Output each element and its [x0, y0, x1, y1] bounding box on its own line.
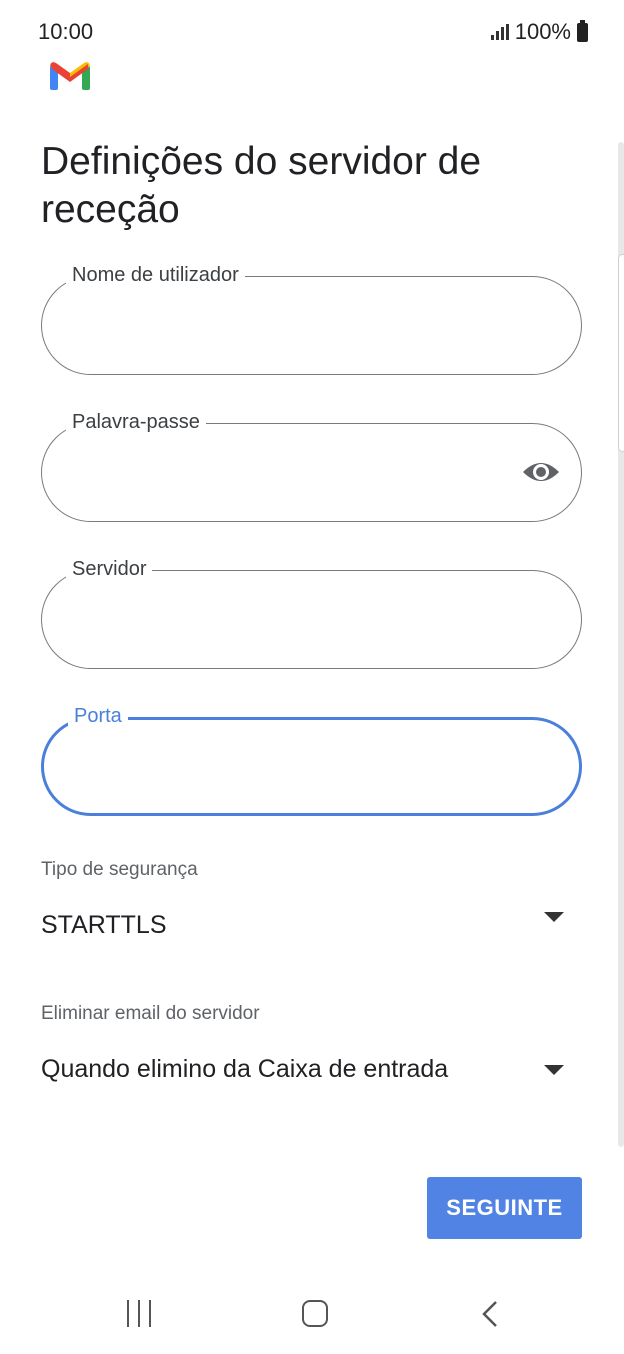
username-input[interactable]: [72, 307, 522, 343]
password-field[interactable]: Palavra-passe: [41, 410, 582, 522]
server-field[interactable]: Servidor: [41, 557, 582, 669]
password-label: Palavra-passe: [66, 410, 206, 434]
security-type-dropdown-icon[interactable]: [544, 912, 564, 922]
username-label: Nome de utilizador: [66, 263, 245, 287]
recents-icon[interactable]: [127, 1300, 151, 1327]
port-field[interactable]: Porta: [41, 704, 582, 816]
back-icon[interactable]: [480, 1300, 500, 1328]
delete-from-server-select[interactable]: Quando elimino da Caixa de entrada: [41, 1055, 448, 1084]
eye-icon[interactable]: [521, 457, 561, 487]
username-field[interactable]: Nome de utilizador: [41, 263, 582, 375]
scrollbar-thumb[interactable]: [618, 254, 624, 452]
port-input[interactable]: [74, 750, 524, 786]
security-type-select[interactable]: STARTTLS: [41, 911, 167, 940]
delete-from-server-label: Eliminar email do servidor: [41, 1003, 260, 1024]
status-indicators: 100%: [490, 19, 588, 45]
security-type-label: Tipo de segurança: [41, 859, 198, 880]
gmail-logo-icon: [50, 62, 90, 90]
page-title: Definições do servidor de receção: [41, 140, 482, 231]
next-button[interactable]: SEGUINTE: [427, 1177, 582, 1239]
server-label: Servidor: [66, 557, 153, 581]
screen: 10:00 100% Definições do servidor de rec…: [0, 0, 624, 1354]
delete-from-server-dropdown-icon[interactable]: [544, 1065, 564, 1075]
status-time: 10:00: [38, 19, 94, 44]
port-label: Porta: [68, 704, 128, 728]
battery-percent: 100%: [514, 19, 571, 44]
signal-icon: [490, 24, 509, 40]
password-input[interactable]: [72, 454, 522, 490]
home-icon[interactable]: [302, 1300, 328, 1327]
server-input[interactable]: [72, 601, 522, 637]
battery-icon: [577, 19, 588, 42]
